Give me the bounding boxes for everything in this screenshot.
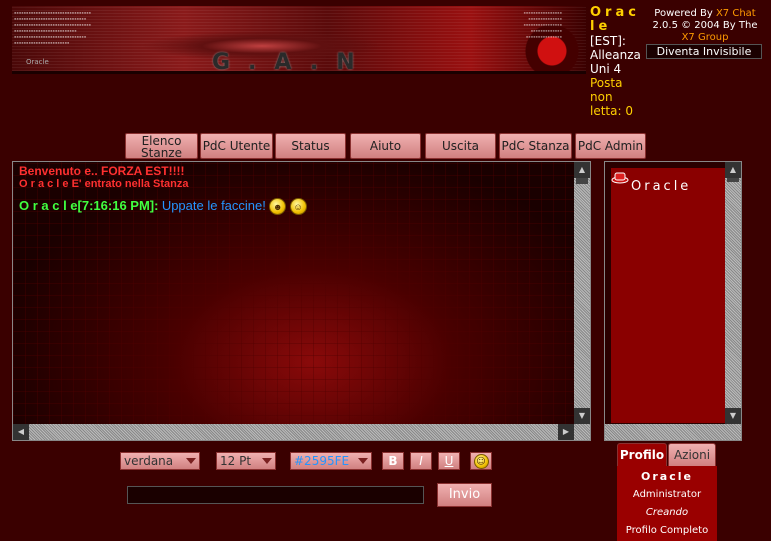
font-select-value: verdana	[124, 454, 174, 468]
chevron-down-icon	[186, 458, 196, 464]
powered-by: Powered By X7 Chat 2.0.5 © 2004 By The X…	[652, 8, 758, 43]
chevron-down-icon	[358, 458, 368, 464]
smiley-picker-button[interactable]: ☺	[470, 452, 492, 470]
status-button[interactable]: Status	[275, 133, 346, 159]
scroll-thumb[interactable]	[727, 178, 739, 182]
laughing-smiley-icon: ☻	[269, 198, 287, 216]
user-cp-button[interactable]: PdC Utente	[200, 133, 273, 159]
profile-status: Creando	[645, 507, 689, 518]
user-info-line2: Alleanza	[590, 48, 641, 62]
chat-window[interactable]: Benvenuto e.. FORZA EST!!!! O r a c l e …	[12, 161, 591, 441]
banner-decorative-text: ▪▪▪▪▪▪▪▪▪▪▪▪▪▪▪▪▪▪▪▪▪▪▪▪▪▪▪▪▪▪▪▪ ▪▪▪▪▪▪▪…	[14, 10, 92, 45]
send-button[interactable]: Invio	[437, 483, 492, 507]
profile-name: Oracle	[641, 470, 693, 483]
profile-role: Administrator	[632, 489, 702, 500]
smiley-icon: ☺	[473, 454, 489, 469]
underline-button[interactable]: U	[438, 452, 460, 470]
profile-panel: Oracle Administrator Creando Profilo Com…	[617, 466, 717, 541]
scroll-up-arrow-icon[interactable]: ▲	[574, 162, 590, 178]
color-select[interactable]: #2595FE	[290, 452, 372, 470]
user-hat-icon	[611, 172, 629, 184]
system-entered-message: O r a c l e E' entrato nella Stanza	[19, 178, 189, 190]
userlist-horizontal-scrollbar[interactable]	[605, 424, 741, 440]
user-list-content: Oracle	[611, 168, 725, 423]
size-select[interactable]: 12 Pt	[216, 452, 276, 470]
scroll-down-arrow-icon[interactable]: ▼	[574, 408, 590, 424]
scroll-right-arrow-icon[interactable]: ▶	[558, 424, 574, 440]
scroll-left-arrow-icon[interactable]: ◀	[13, 424, 29, 440]
x7group-link[interactable]: X7 Group	[682, 32, 729, 43]
welcome-message: Benvenuto e.. FORZA EST!!!!	[19, 164, 185, 178]
font-select[interactable]: verdana	[120, 452, 200, 470]
user-list-name: Oracle	[631, 179, 692, 194]
chevron-down-icon	[262, 458, 272, 464]
current-username: Oracle	[590, 5, 640, 34]
x7chat-link[interactable]: X7 Chat	[716, 8, 756, 19]
become-invisible-button[interactable]: Diventa Invisibile	[646, 44, 762, 59]
banner-decorative-text-right: ▪▪▪▪▪▪▪▪▪▪▪▪▪▪▪▪ ▪▪▪▪▪▪▪▪▪▪▪▪▪▪ ▪▪▪▪▪▪▪▪…	[523, 10, 562, 39]
message-input[interactable]	[127, 486, 424, 504]
message-username: O r a c l e	[19, 198, 78, 213]
color-select-value: #2595FE	[294, 454, 350, 468]
admin-cp-button[interactable]: PdC Admin	[575, 133, 646, 159]
chat-vertical-scrollbar[interactable]: ▲ ▼	[574, 162, 590, 440]
scroll-down-arrow-icon[interactable]: ▼	[725, 408, 741, 424]
banner-logo: G.A.N	[212, 50, 373, 74]
tab-actions[interactable]: Azioni	[668, 443, 716, 467]
help-button[interactable]: Aiuto	[350, 133, 421, 159]
grin-smiley-icon: ☺	[289, 198, 307, 216]
room-cp-button[interactable]: PdC Stanza	[499, 133, 572, 159]
scroll-thumb[interactable]	[576, 178, 588, 184]
tab-profile[interactable]: Profilo	[617, 443, 667, 467]
message-text: Uppate le faccine!	[161, 198, 266, 213]
chat-horizontal-scrollbar[interactable]: ◀ ▶	[13, 424, 590, 440]
userlist-scrollbar[interactable]: ▲ ▼	[725, 162, 741, 440]
scroll-up-arrow-icon[interactable]: ▲	[725, 162, 741, 178]
full-profile-link[interactable]: Profilo Completo	[617, 522, 717, 540]
online-user-list: Oracle ▲ ▼	[604, 161, 742, 441]
italic-button[interactable]: I	[410, 452, 432, 470]
logout-button[interactable]: Uscita	[425, 133, 496, 159]
size-select-value: 12 Pt	[220, 454, 252, 468]
message-time: [7:16:16 PM]:	[77, 198, 159, 213]
unread-mail-link[interactable]: Posta non letta: 0	[590, 76, 645, 118]
banner-name: Oracle	[26, 58, 49, 66]
user-info-panel: Oracle [EST]: Alleanza Uni 4 Posta non l…	[590, 5, 645, 119]
user-info-line1: [EST]:	[590, 34, 626, 48]
chat-message: O r a c l e[7:16:16 PM]: Uppate le facci…	[19, 198, 307, 216]
room-list-button[interactable]: Elenco Stanze	[125, 133, 198, 159]
user-info-line3: Uni 4	[590, 62, 622, 76]
header-banner: ▪▪▪▪▪▪▪▪▪▪▪▪▪▪▪▪▪▪▪▪▪▪▪▪▪▪▪▪▪▪▪▪ ▪▪▪▪▪▪▪…	[12, 6, 586, 74]
bold-button[interactable]: B	[382, 452, 404, 470]
